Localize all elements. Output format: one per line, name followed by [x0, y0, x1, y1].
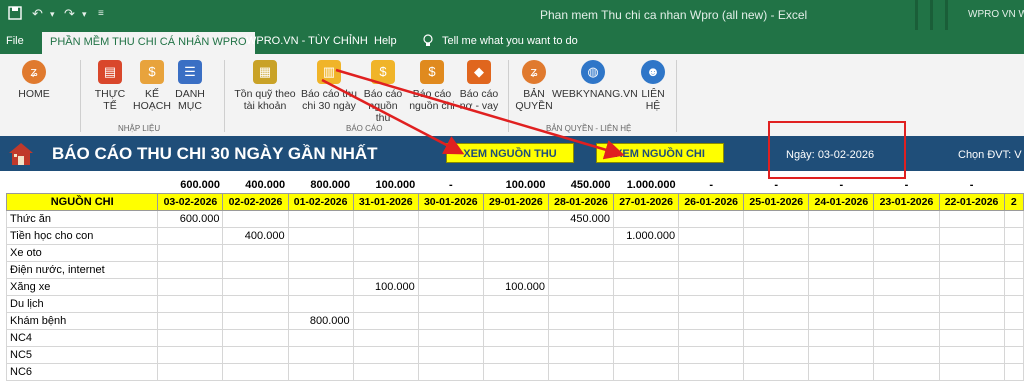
arrow-to-nguon-thu: [321, 78, 465, 155]
annotation-arrows: [321, 68, 625, 160]
arrow-to-nguon-chi: [335, 68, 625, 160]
